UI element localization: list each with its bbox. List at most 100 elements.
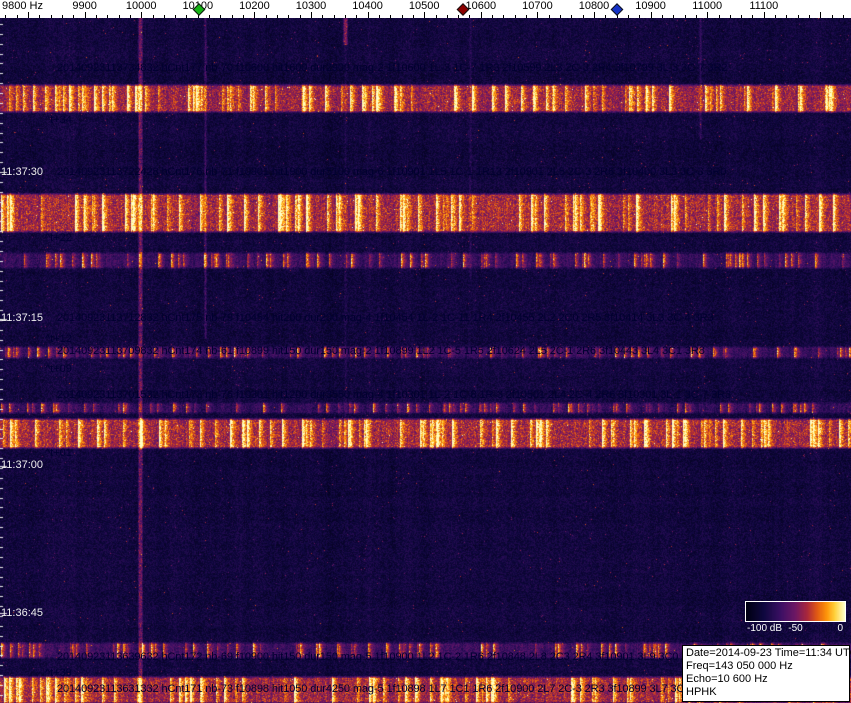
colorbar-gradient [745, 601, 846, 622]
ruler-minor-tick [741, 15, 742, 18]
blue-marker-icon[interactable] [610, 3, 624, 16]
ruler-minor-tick [300, 15, 301, 18]
ruler-major-tick [424, 12, 425, 18]
ruler-major-tick [254, 12, 255, 18]
ruler-label-10300: 10300 [295, 0, 327, 12]
ruler-major-tick [368, 12, 369, 18]
ruler-minor-tick [605, 15, 606, 18]
ruler-major-tick [311, 12, 312, 18]
ruler-minor-tick [130, 15, 131, 18]
ruler-minor-tick [5, 15, 6, 18]
ruler-minor-tick [243, 15, 244, 18]
ruler-minor-tick [220, 15, 221, 18]
ruler-minor-tick [798, 15, 799, 18]
ruler-minor-tick [322, 15, 323, 18]
ruler-minor-tick [379, 15, 380, 18]
ruler-major-tick [85, 12, 86, 18]
ruler-major-tick [764, 12, 765, 18]
ruler-minor-tick [390, 15, 391, 18]
ruler-label-10000: 10000 [125, 0, 157, 12]
ruler-minor-tick [232, 15, 233, 18]
ruler-minor-tick [843, 15, 844, 18]
ruler-minor-tick [334, 15, 335, 18]
colorbar-gradient-canvas [746, 602, 845, 621]
ruler-minor-tick [436, 15, 437, 18]
ruler-minor-tick [628, 15, 629, 18]
ruler-major-tick [537, 12, 538, 18]
ruler-minor-tick [175, 15, 176, 18]
ruler-major-tick [141, 12, 142, 18]
ruler-label-9800-hz: 9800 Hz [2, 0, 43, 12]
info-date-time: Date=2014-09-23 Time=11:34 UTC [686, 647, 851, 659]
ruler-minor-tick [447, 15, 448, 18]
spectrogram-canvas [0, 18, 851, 703]
ruler-label-11000: 11000 [692, 0, 723, 12]
ruler-minor-tick [752, 15, 753, 18]
ruler-minor-tick [39, 15, 40, 18]
ruler-minor-tick [515, 15, 516, 18]
ruler-minor-tick [662, 15, 663, 18]
ruler-minor-tick [696, 15, 697, 18]
ruler-minor-tick [186, 15, 187, 18]
ruler-minor-tick [73, 15, 74, 18]
colorbar-mid-label: -50 [788, 623, 803, 634]
ruler-minor-tick [560, 15, 561, 18]
ruler-minor-tick [719, 15, 720, 18]
ruler-minor-tick [639, 15, 640, 18]
info-frequency: Freq=143 050 000 Hz [686, 660, 793, 672]
ruler-minor-tick [786, 15, 787, 18]
ruler-label-10400: 10400 [352, 0, 383, 12]
info-station-id: HPHK [686, 686, 717, 698]
ruler-minor-tick [809, 15, 810, 18]
ruler-label-10900: 10900 [635, 0, 666, 12]
ruler-minor-tick [413, 15, 414, 18]
ruler-minor-tick [345, 15, 346, 18]
ruler-minor-tick [277, 15, 278, 18]
colorbar-min-label: -100 dB [747, 623, 783, 634]
ruler-label-10600: 10600 [465, 0, 497, 12]
colorbar: -100 dB -50 0 [745, 601, 846, 635]
ruler-minor-tick [503, 15, 504, 18]
ruler-minor-tick [288, 15, 289, 18]
ruler-minor-tick [775, 15, 776, 18]
ruler-minor-tick [583, 15, 584, 18]
ruler-minor-tick [62, 15, 63, 18]
ruler-major-tick [481, 12, 482, 18]
ruler-minor-tick [153, 15, 154, 18]
ruler-major-tick [820, 12, 821, 18]
ruler-label-9900: 9900 [72, 0, 97, 12]
ruler-minor-tick [266, 15, 267, 18]
colorbar-labels: -100 dB -50 0 [745, 623, 846, 635]
ruler-label-10800: 10800 [578, 0, 610, 12]
ruler-major-tick [707, 12, 708, 18]
ruler-major-tick [28, 12, 29, 18]
ruler-minor-tick [571, 15, 572, 18]
spectrogram-app-window: 9800 Hz990010000101001020010300104001050… [0, 0, 851, 703]
ruler-label-10500: 10500 [408, 0, 440, 12]
ruler-minor-tick [730, 15, 731, 18]
ruler-major-tick [594, 12, 595, 18]
ruler-minor-tick [17, 15, 18, 18]
frequency-ruler: 9800 Hz990010000101001020010300104001050… [0, 0, 851, 18]
ruler-label-10200: 10200 [239, 0, 270, 12]
ruler-minor-tick [673, 15, 674, 18]
info-box: Date=2014-09-23 Time=11:34 UTC Freq=143 … [682, 645, 851, 702]
ruler-label-11100: 11100 [749, 0, 779, 12]
ruler-minor-tick [492, 15, 493, 18]
ruler-minor-tick [209, 15, 210, 18]
ruler-minor-tick [469, 15, 470, 18]
ruler-minor-tick [96, 15, 97, 18]
ruler-major-tick [651, 12, 652, 18]
ruler-minor-tick [356, 15, 357, 18]
colorbar-max-label: 0 [837, 623, 843, 634]
ruler-minor-tick [458, 15, 459, 18]
ruler-minor-tick [526, 15, 527, 18]
info-echo-frequency: Echo=10 600 Hz [686, 673, 768, 685]
ruler-minor-tick [832, 15, 833, 18]
ruler-label-10700: 10700 [522, 0, 553, 12]
ruler-minor-tick [107, 15, 108, 18]
ruler-minor-tick [51, 15, 52, 18]
ruler-minor-tick [685, 15, 686, 18]
ruler-minor-tick [119, 15, 120, 18]
ruler-minor-tick [549, 15, 550, 18]
